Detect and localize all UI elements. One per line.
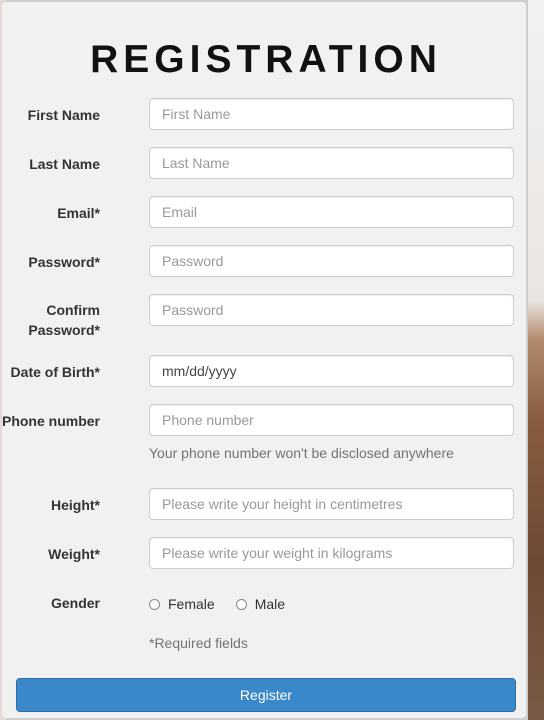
password-input[interactable]: Password [149,245,514,277]
phone-help-text: Your phone number won't be disclosed any… [149,445,454,461]
password-label: Password* [28,254,100,270]
phone-input[interactable]: Phone number [149,404,514,436]
phone-label: Phone number [1,413,100,429]
confirm-password-label-line1: Confirm [46,302,100,318]
confirm-password-label: Confirm Password* [0,300,100,340]
page-title: REGISTRATION [90,38,442,81]
background-photo-edge [528,0,544,720]
first-name-input[interactable]: First Name [149,98,514,130]
height-label: Height* [51,497,100,513]
registration-card: REGISTRATION First Name First Name Last … [2,2,526,718]
height-input[interactable]: Please write your height in centimetres [149,488,514,520]
weight-input[interactable]: Please write your weight in kilograms [149,537,514,569]
confirm-password-input[interactable]: Password [149,294,514,326]
gender-radio-group: Female Male [149,595,306,613]
gender-label: Gender [50,595,100,611]
weight-label: Weight* [48,546,100,562]
dob-input[interactable]: mm/dd/yyyy [149,355,514,387]
last-name-input[interactable]: Last Name [149,147,514,179]
confirm-password-label-line2: Password* [28,322,100,338]
required-fields-note: *Required fields [149,635,248,651]
dob-label: Date of Birth* [10,364,100,380]
gender-option-female[interactable]: Female [149,596,215,612]
last-name-label: Last Name [29,156,100,172]
female-radio[interactable] [149,598,160,610]
first-name-label: First Name [27,107,100,123]
female-label: Female [168,596,215,612]
male-radio[interactable] [235,598,247,610]
gender-option-male[interactable]: Male [235,596,286,612]
email-input[interactable]: Email [149,196,514,228]
male-label: Male [254,596,286,612]
email-label: Email* [57,205,100,221]
register-button[interactable]: Register [16,678,516,712]
